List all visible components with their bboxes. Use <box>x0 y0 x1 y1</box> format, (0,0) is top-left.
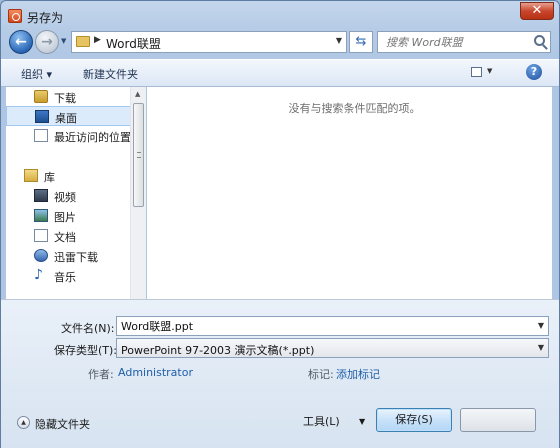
nav-item-label: 图片 <box>54 211 76 224</box>
recent-pages-dropdown[interactable]: ▼ <box>61 37 69 47</box>
view-icon <box>471 67 482 77</box>
nav-item-pictures[interactable]: 图片 <box>6 206 132 226</box>
help-button[interactable]: ? <box>526 64 542 80</box>
hide-folders-label: 隐藏文件夹 <box>35 418 90 431</box>
tools-button[interactable]: 工具(L) ▼ <box>303 411 365 433</box>
chevron-down-icon[interactable]: ▼ <box>487 67 492 75</box>
nav-item-libraries[interactable]: 库 <box>6 166 132 186</box>
filetype-value: PowerPoint 97-2003 演示文稿(*.ppt) <box>121 344 315 357</box>
nav-item-label: 音乐 <box>54 271 76 284</box>
author-label: 作者: <box>88 368 114 381</box>
command-toolbar: 组织 ▾ 新建文件夹 ▼ ? <box>1 59 559 87</box>
scrollbar-thumb[interactable] <box>133 103 144 207</box>
filetype-label: 保存类型(T): <box>54 344 118 357</box>
title-bar: 另存为 ✕ <box>1 1 559 31</box>
nav-item-label: 下载 <box>54 92 76 105</box>
nav-item-label: 最近访问的位置 <box>54 131 131 144</box>
nav-item-xunlei-downloads[interactable]: 迅雷下载 <box>6 246 132 266</box>
nav-item-recent-places[interactable]: 最近访问的位置 <box>6 126 132 146</box>
search-box[interactable] <box>377 31 551 53</box>
pictures-icon <box>34 209 48 222</box>
grip-icon <box>137 152 141 158</box>
organize-menu[interactable]: 组织 ▾ <box>21 66 52 82</box>
nav-item-documents[interactable]: 文档 <box>6 226 132 246</box>
breadcrumb-separator-icon[interactable]: ▶ <box>94 35 101 45</box>
documents-icon <box>34 229 48 242</box>
recent-places-icon <box>34 129 48 142</box>
chevron-down-icon: ▼ <box>359 417 366 426</box>
chevron-up-icon: ▲ <box>17 416 30 429</box>
navigation-pane: 下载 桌面 最近访问的位置 库 视频 图片 文档 迅雷下载 ♪ 音乐 <box>6 87 146 299</box>
refresh-button[interactable]: ⇆ <box>349 31 373 53</box>
save-button[interactable]: 保存(S) <box>376 408 452 432</box>
search-input[interactable] <box>378 32 528 52</box>
filename-field[interactable]: ▼ <box>116 316 549 336</box>
nav-item-downloads[interactable]: 下载 <box>6 87 132 107</box>
folder-icon <box>76 36 90 47</box>
music-icon: ♪ <box>34 267 43 283</box>
cancel-button[interactable] <box>460 408 536 432</box>
downloads-folder-icon <box>34 90 48 103</box>
desktop-icon <box>35 110 49 123</box>
nav-item-videos[interactable]: 视频 <box>6 186 132 206</box>
nav-item-music[interactable]: ♪ 音乐 <box>6 266 132 286</box>
chevron-down-icon[interactable]: ▼ <box>336 36 342 45</box>
search-icon <box>534 35 545 46</box>
nav-item-label: 迅雷下载 <box>54 251 98 264</box>
new-folder-button[interactable]: 新建文件夹 <box>83 66 138 82</box>
tags-label: 标记: <box>308 368 334 381</box>
scroll-up-icon[interactable]: ▲ <box>135 90 140 98</box>
window-title: 另存为 <box>27 11 64 25</box>
add-tags-link[interactable]: 添加标记 <box>336 366 380 382</box>
address-bar[interactable]: ▶ Word联盟 ▼ <box>71 31 347 53</box>
back-button[interactable]: ← <box>9 30 33 54</box>
help-icon: ? <box>530 65 538 78</box>
filename-input[interactable] <box>117 317 527 335</box>
library-icon <box>24 169 38 182</box>
nav-scrollbar[interactable]: ▲ <box>130 87 146 299</box>
file-list-pane[interactable]: 没有与搜索条件匹配的项。 <box>147 87 552 299</box>
refresh-icon: ⇆ <box>355 34 367 49</box>
chevron-down-icon[interactable]: ▼ <box>538 321 544 330</box>
videos-icon <box>34 189 48 202</box>
filetype-select[interactable]: PowerPoint 97-2003 演示文稿(*.ppt) ▼ <box>116 338 549 358</box>
breadcrumb-path[interactable]: Word联盟 <box>106 35 161 52</box>
nav-item-label: 桌面 <box>55 112 77 125</box>
empty-results-message: 没有与搜索条件匹配的项。 <box>288 102 421 115</box>
save-options-panel: 文件名(N): ▼ 保存类型(T): PowerPoint 97-2003 演示… <box>1 299 559 448</box>
chevron-down-icon[interactable]: ▼ <box>538 343 544 352</box>
forward-button[interactable]: → <box>35 30 59 54</box>
author-value[interactable]: Administrator <box>118 366 193 379</box>
save-as-dialog: 另存为 ✕ ← → ▼ ▶ Word联盟 ▼ ⇆ 组织 ▾ 新建文件夹 ▼ ? … <box>0 0 560 448</box>
nav-item-desktop[interactable]: 桌面 <box>6 106 132 126</box>
forward-arrow-icon: → <box>41 34 53 50</box>
back-arrow-icon: ← <box>15 34 27 50</box>
change-view-button[interactable]: ▼ <box>469 65 495 81</box>
close-button[interactable]: ✕ <box>520 2 554 20</box>
nav-item-label: 视频 <box>54 191 76 204</box>
tools-label: 工具(L) <box>303 415 340 428</box>
powerpoint-app-icon <box>8 9 22 23</box>
filename-label: 文件名(N): <box>61 322 115 335</box>
nav-item-label: 文档 <box>54 231 76 244</box>
xunlei-download-icon <box>34 249 48 262</box>
nav-item-label: 库 <box>44 171 55 184</box>
